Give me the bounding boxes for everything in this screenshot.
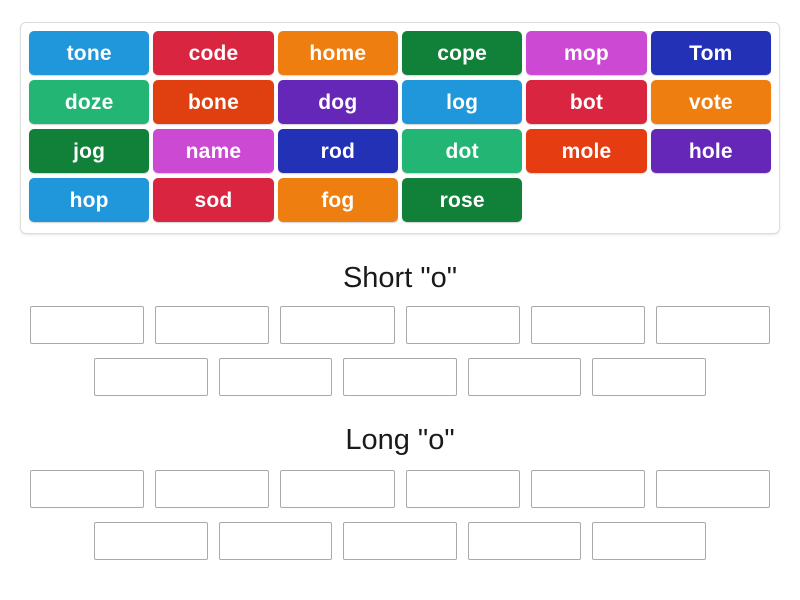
dropzone-row	[0, 358, 800, 396]
dropzone-slot-long-o[interactable]	[280, 470, 395, 508]
word-tile[interactable]: bone	[153, 80, 274, 124]
word-tile[interactable]: tone	[29, 31, 150, 75]
word-tile[interactable]: dog	[277, 80, 398, 124]
dropzone-slot-long-o[interactable]	[405, 470, 520, 508]
dropzone-slot-long-o[interactable]	[530, 470, 645, 508]
dropzone-slot-short-o[interactable]	[280, 306, 395, 344]
word-tile[interactable]: fog	[277, 178, 398, 222]
dropzone-slot-short-o[interactable]	[29, 306, 145, 344]
word-tile[interactable]: code	[153, 31, 274, 75]
word-tile[interactable]: mop	[526, 31, 647, 75]
group-sort-activity: tone code home cope mop Tom doze bone dog log bot v…	[0, 0, 800, 600]
dropzone-slot-long-o[interactable]	[218, 522, 333, 560]
dropzone-slot-short-o[interactable]	[94, 358, 208, 396]
dropzone-slot-long-o[interactable]	[29, 470, 145, 508]
dropzone-slot-short-o[interactable]	[405, 306, 520, 344]
dropzone-row	[0, 522, 800, 560]
dropzone-slot-short-o[interactable]	[218, 358, 333, 396]
word-tile[interactable]: doze	[29, 80, 150, 124]
word-tile[interactable]: name	[153, 129, 274, 173]
word-tile[interactable]: bot	[526, 80, 647, 124]
dropzone-group-short-o	[0, 306, 800, 410]
dropzone-slot-short-o[interactable]	[467, 358, 582, 396]
dropzone-group-long-o	[0, 470, 800, 574]
dropzone-slot-short-o[interactable]	[530, 306, 645, 344]
section-heading-long-o: Long "o"	[345, 424, 455, 456]
dropzone-slot-long-o[interactable]	[655, 470, 771, 508]
word-tile[interactable]: hole	[650, 129, 771, 173]
word-tile-grid: tone code home cope mop Tom doze bone dog log bot v…	[29, 31, 771, 222]
dropzone-slot-long-o[interactable]	[592, 522, 706, 560]
dropzone-row	[0, 306, 800, 344]
dropzone-slot-long-o[interactable]	[467, 522, 582, 560]
word-tile[interactable]: cope	[402, 31, 523, 75]
section-heading-short-o: Short "o"	[342, 262, 458, 294]
word-tile[interactable]: dot	[402, 129, 523, 173]
word-tile[interactable]: Tom	[650, 31, 771, 75]
dropzone-slot-short-o[interactable]	[343, 358, 457, 396]
word-bank-panel: tone code home cope mop Tom doze bone dog log bot v…	[20, 22, 780, 234]
word-tile[interactable]: jog	[29, 129, 150, 173]
word-tile[interactable]: vote	[650, 80, 771, 124]
word-tile[interactable]: mole	[526, 129, 647, 173]
dropzone-slot-short-o[interactable]	[592, 358, 706, 396]
dropzone-slot-long-o[interactable]	[343, 522, 457, 560]
word-tile[interactable]: hop	[29, 178, 150, 222]
word-tile[interactable]: log	[402, 80, 523, 124]
dropzone-slot-long-o[interactable]	[155, 470, 270, 508]
word-tile[interactable]: rod	[277, 129, 398, 173]
word-tile[interactable]: sod	[153, 178, 274, 222]
dropzone-slot-short-o[interactable]	[155, 306, 270, 344]
dropzone-row	[0, 470, 800, 508]
word-tile[interactable]: home	[277, 31, 398, 75]
dropzone-slot-short-o[interactable]	[655, 306, 771, 344]
dropzone-slot-long-o[interactable]	[94, 522, 208, 560]
word-tile[interactable]: rose	[402, 178, 523, 222]
